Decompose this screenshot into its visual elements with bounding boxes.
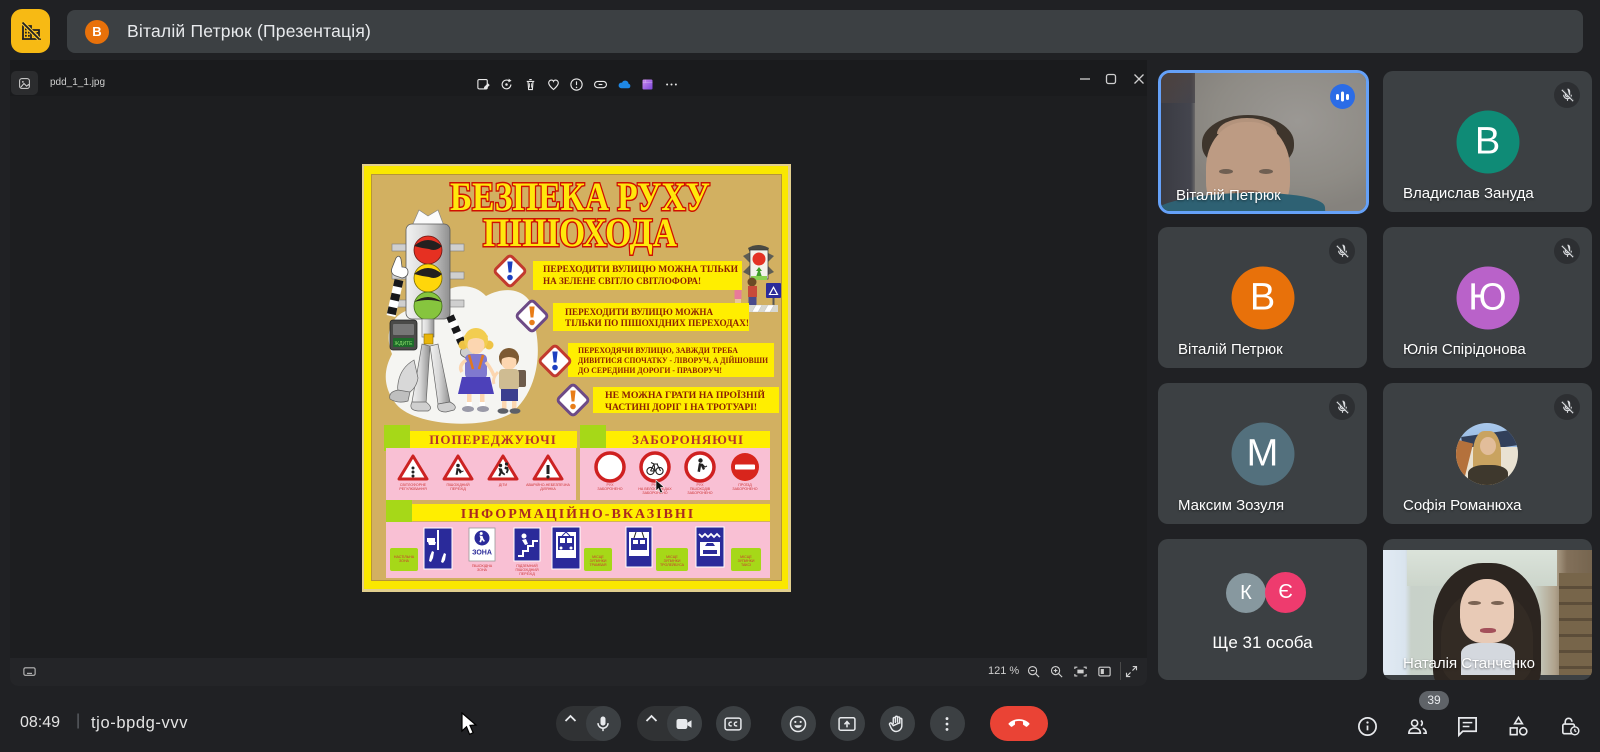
svg-text:ЧАСТИНІ ДОРІГ І НА ТРОТУАРІ!: ЧАСТИНІ ДОРІГ І НА ТРОТУАРІ!	[605, 403, 757, 413]
svg-text:ДИВИТИСЯ СПОЧАТКУ - ЛІВОРУЧ, А: ДИВИТИСЯ СПОЧАТКУ - ЛІВОРУЧ, А ДІЙШОВШИ	[578, 355, 768, 365]
svg-text:ДІЛЯНКА: ДІЛЯНКА	[540, 487, 556, 491]
svg-text:ПОПЕРЕДЖУЮЧІ: ПОПЕРЕДЖУЮЧІ	[429, 432, 557, 447]
svg-text:ПІШОХОДА: ПІШОХОДА	[483, 210, 677, 255]
svg-text:ТРОЛЕЙБУСА: ТРОЛЕЙБУСА	[660, 563, 685, 567]
svg-text:ЗАБОРОНЕНО: ЗАБОРОНЕНО	[642, 491, 667, 495]
svg-text:ЗАБОРОНЯЮЧІ: ЗАБОРОНЯЮЧІ	[632, 432, 744, 447]
svg-text:РЕГУЛЮВАННЯ: РЕГУЛЮВАННЯ	[399, 487, 427, 491]
svg-text:ЖДИТЕ: ЖДИТЕ	[395, 341, 414, 347]
svg-text:ДО СЕРЕДИНИ ДОРОГИ - ПРАВОРУЧ!: ДО СЕРЕДИНИ ДОРОГИ - ПРАВОРУЧ!	[578, 365, 722, 375]
svg-text:ТРАМВАЯ: ТРАМВАЯ	[589, 563, 606, 567]
svg-text:ДІТИ: ДІТИ	[499, 483, 508, 487]
svg-text:ЗОНА: ЗОНА	[472, 550, 492, 557]
svg-text:ПЕРЕХОДИТИ ВУЛИЦЮ МОЖНА ТІЛЬКИ: ПЕРЕХОДИТИ ВУЛИЦЮ МОЖНА ТІЛЬКИ	[543, 265, 739, 275]
svg-text:ІНФОРМАЦІЙНО-ВКАЗІВНІ: ІНФОРМАЦІЙНО-ВКАЗІВНІ	[461, 505, 695, 522]
svg-text:НА ЗЕЛЕНЕ СВІТЛО СВІТЛОФОРА!: НА ЗЕЛЕНЕ СВІТЛО СВІТЛОФОРА!	[543, 277, 701, 287]
svg-text:ЗОНА: ЗОНА	[399, 559, 410, 563]
svg-text:ЗОНА: ЗОНА	[477, 568, 488, 572]
svg-text:ТІЛЬКИ ПО ПІШОХІДНИХ ПЕРЕХОДАХ: ТІЛЬКИ ПО ПІШОХІДНИХ ПЕРЕХОДАХ!	[565, 319, 749, 329]
svg-text:ЗАБОРОНЕНО: ЗАБОРОНЕНО	[687, 491, 712, 495]
svg-text:ЗАБОРОНЕНО: ЗАБОРОНЕНО	[732, 487, 757, 491]
svg-text:ПЕРЕХІД: ПЕРЕХІД	[450, 487, 466, 491]
svg-text:ПЕРЕХІД: ПЕРЕХІД	[519, 572, 535, 576]
svg-text:ЗАБОРОНЕНО: ЗАБОРОНЕНО	[597, 487, 622, 491]
svg-text:ТАКСІ: ТАКСІ	[741, 563, 751, 567]
svg-text:ПЕРЕХОДИТИ ВУЛИЦЮ МОЖНА: ПЕРЕХОДИТИ ВУЛИЦЮ МОЖНА	[565, 308, 713, 318]
svg-text:ПЕРЕХОДЯЧИ ВУЛИЦЮ, ЗАВЖДИ ТРЕБ: ПЕРЕХОДЯЧИ ВУЛИЦЮ, ЗАВЖДИ ТРЕБА	[578, 345, 739, 355]
